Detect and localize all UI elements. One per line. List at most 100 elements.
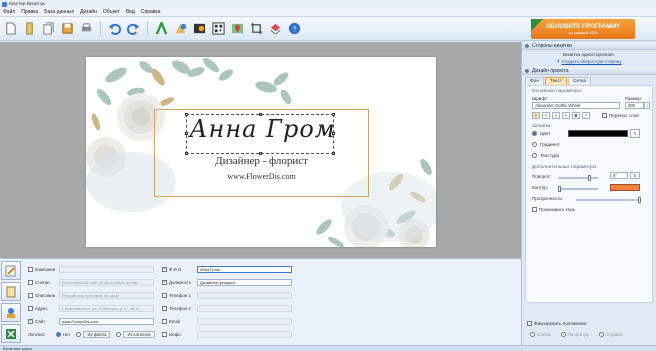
sides-header[interactable]: Стороны визитки [522,42,656,50]
wrap-checkbox[interactable] [602,113,607,118]
description-input[interactable]: Разработка программ на заказ [59,292,154,299]
crop-icon[interactable] [249,21,264,36]
print-icon[interactable] [79,21,94,36]
open-folder-icon[interactable] [41,21,56,36]
bold-icon[interactable]: B [572,112,580,119]
fill-texture-radio[interactable] [532,153,537,158]
align-left-icon[interactable]: ≡ [532,112,540,119]
fix-right-radio[interactable] [599,332,605,337]
text-icon[interactable] [154,21,169,36]
menu-edit[interactable]: Правка [21,9,38,15]
map-icon[interactable] [230,21,245,36]
fill-color-swatch[interactable] [568,130,628,137]
font-select[interactable]: Alexander Gothic Whole [532,102,620,109]
fullname-input[interactable]: Анна Гром [197,266,292,273]
menu-design[interactable]: Дизайн [80,9,97,15]
position-input[interactable]: Дизайнер-флорист [197,279,292,286]
design-header[interactable]: Дизайн проекта [522,67,656,75]
company-checkbox[interactable] [28,267,33,272]
fix-left-option[interactable]: Слева [530,332,551,337]
fill-color-radio[interactable] [532,131,537,136]
fix-position-label: Фиксировать положение: [534,321,588,326]
eyedropper-icon[interactable]: ✎ [630,129,640,138]
fix-center-radio[interactable] [560,332,566,337]
redo-icon[interactable] [126,21,141,36]
email-input[interactable] [197,318,292,325]
logo-catalog-radio[interactable] [116,332,122,337]
card-site-text[interactable]: www.FlowerDis.com [154,172,369,181]
logo-file-radio[interactable] [76,332,82,337]
save-icon[interactable] [60,21,75,36]
menu-view[interactable]: Вид [126,9,135,15]
transparency-slider-knob[interactable] [638,197,641,203]
side-tools [1,261,23,345]
rotation-input[interactable]: 0° [610,172,628,179]
rotation-reset-icon[interactable]: ↻ [630,172,640,179]
phone1-checkbox[interactable] [162,293,167,298]
justify-icon[interactable]: ≡ [562,112,570,119]
menu-database[interactable]: База данных [44,9,74,15]
create-back-side-link[interactable]: Создать оборотную сторону [562,59,622,64]
undo-icon[interactable] [107,21,122,36]
align-right-icon[interactable]: ≡ [552,112,560,119]
size-input[interactable]: 400 [625,102,644,109]
slogan-input[interactable]: Качественный сайт по доступным ценам [59,279,154,286]
shapes-icon[interactable] [173,21,188,36]
info-checkbox[interactable] [162,332,167,337]
size-input-value: 400 [628,103,635,108]
position-checkbox[interactable] [162,279,167,285]
site-checkbox[interactable] [28,318,33,324]
phone2-checkbox[interactable] [162,306,167,311]
card-role-text[interactable]: Дизайнер - флорист [154,155,369,167]
transparency-slider[interactable] [576,197,641,203]
fix-left-radio[interactable] [530,332,535,337]
new-file-icon[interactable] [3,21,18,36]
phone2-input[interactable] [197,305,292,312]
rotation-slider[interactable] [558,175,598,181]
shadow-checkbox[interactable] [532,207,537,212]
site-input[interactable]: www.FlowerDis.com [59,318,154,325]
fix-right-option[interactable]: Справа [599,332,622,337]
logo-none-radio[interactable] [56,332,61,337]
size-stepper[interactable]: ↕ [644,102,650,109]
italic-icon[interactable]: I [582,112,590,119]
business-card[interactable]: Анна Гром Дизайнер - флорист www.FlowerD… [86,57,436,247]
address-input[interactable]: г. Комсомольск, ул. Советская, д.47, кв.… [59,305,154,312]
tab-background[interactable]: Фон [525,77,544,85]
plus-icon: + [556,59,560,65]
layers-icon[interactable] [268,21,283,36]
email-checkbox[interactable] [162,319,167,324]
logo-from-catalog-button[interactable]: Из каталога [123,331,155,338]
image-icon[interactable] [192,21,207,36]
excel-icon[interactable] [1,324,21,343]
menu-object[interactable]: Объект [103,9,120,15]
qr-code-icon[interactable] [211,21,226,36]
slogan-checkbox[interactable] [28,280,33,285]
tab-grid[interactable]: Сетка [568,77,592,85]
align-center-icon[interactable]: ≡ [542,112,550,119]
info-input[interactable] [197,331,292,338]
fill-gradient-radio[interactable] [532,142,537,147]
notes-icon[interactable] [1,282,21,301]
menu-file[interactable]: Файл [3,9,15,15]
fix-center-option[interactable]: По центру [560,332,589,337]
help-icon[interactable]: ? [287,21,302,36]
outline-slider[interactable] [558,186,598,192]
fix-position-checkbox[interactable] [527,321,532,326]
edit-text-icon[interactable] [1,261,21,280]
upgrade-promo-button[interactable]: ОБНОВИТЕ ПРОГРАММУ со скидкой 50% [531,19,635,39]
description-checkbox[interactable] [28,293,33,298]
menu-help[interactable]: Справка [141,9,161,15]
company-input[interactable] [59,266,154,273]
outline-slider-knob[interactable] [558,186,561,192]
fullname-checkbox[interactable] [162,266,167,272]
card-name-text[interactable]: Анна Гром [180,115,345,143]
open-template-icon[interactable] [22,21,37,36]
logo-from-file-button[interactable]: Из файла [83,331,111,338]
contacts-icon[interactable] [1,303,21,322]
tab-text[interactable]: Текст [544,77,568,85]
phone1-input[interactable] [197,292,292,299]
address-checkbox[interactable] [28,306,33,311]
outline-color-swatch[interactable] [610,184,640,191]
rotation-slider-knob[interactable] [588,175,591,181]
